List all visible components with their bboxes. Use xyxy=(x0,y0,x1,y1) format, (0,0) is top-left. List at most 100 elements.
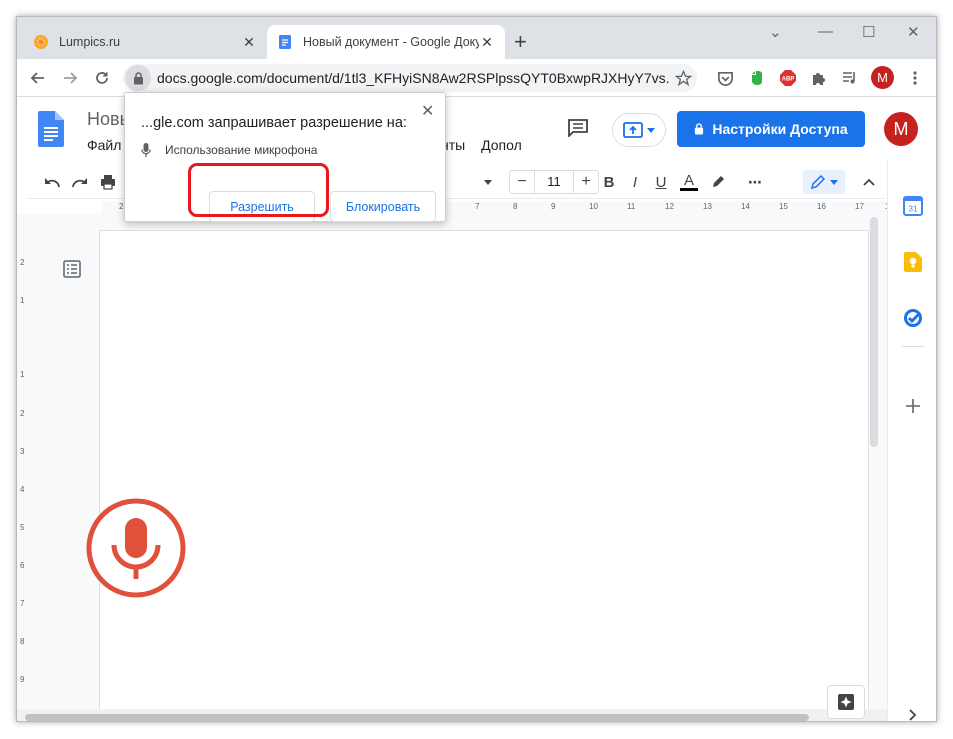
docs-menubar-right: нты Допол xyxy=(441,137,534,153)
ruler-number: 2 xyxy=(119,202,124,211)
explore-sparkle-icon xyxy=(838,694,854,710)
italic-icon[interactable]: I xyxy=(627,172,643,192)
reload-icon[interactable] xyxy=(89,65,115,91)
horizontal-scrollbar[interactable] xyxy=(25,714,809,721)
redo-icon[interactable] xyxy=(71,172,89,192)
explore-button[interactable] xyxy=(827,685,865,719)
document-canvas xyxy=(31,214,887,720)
present-icon xyxy=(623,122,643,138)
pocket-icon[interactable] xyxy=(715,68,735,88)
tab-strip: Lumpics.ru ✕ Новый документ - Google Док… xyxy=(17,17,936,59)
vertical-ruler: 2112345678910 xyxy=(17,214,31,719)
google-keep-icon[interactable] xyxy=(902,251,924,273)
vertical-scrollbar[interactable] xyxy=(870,217,878,447)
highlight-pen-icon[interactable] xyxy=(709,172,727,192)
editing-mode-button[interactable] xyxy=(803,170,845,194)
browser-menu-icon[interactable] xyxy=(905,68,925,88)
tab-lumpics[interactable]: Lumpics.ru ✕ xyxy=(23,25,267,59)
tab-search-icon[interactable]: ⌄ xyxy=(769,23,782,41)
ruler-number: 6 xyxy=(20,561,25,570)
account-avatar[interactable]: M xyxy=(884,112,918,146)
chevron-down-icon xyxy=(829,179,838,185)
docs-favicon-icon xyxy=(279,35,291,49)
profile-avatar[interactable]: M xyxy=(871,66,894,89)
ruler-number: 16 xyxy=(817,202,826,211)
google-calendar-icon[interactable]: 31 xyxy=(902,195,924,217)
ruler-number: 8 xyxy=(20,637,25,646)
ruler-number: 7 xyxy=(475,202,480,211)
side-panel: 31 xyxy=(887,159,936,721)
font-size-input[interactable]: 11 xyxy=(534,171,574,193)
comment-history-icon[interactable] xyxy=(568,119,588,137)
permission-title: ...gle.com запрашивает разрешение на: xyxy=(141,115,407,131)
ruler-number: 9 xyxy=(20,675,25,684)
present-button[interactable] xyxy=(612,113,666,147)
increase-font-size-button[interactable]: + xyxy=(574,173,598,191)
tab-close-icon[interactable]: ✕ xyxy=(479,34,495,50)
ruler-number: 11 xyxy=(627,202,636,211)
document-page[interactable] xyxy=(99,230,869,720)
maximize-icon[interactable]: ☐ xyxy=(862,23,875,41)
ruler-number: 1 xyxy=(20,296,25,305)
tab-title: Новый документ - Google Доку xyxy=(303,35,479,49)
ruler-number: 9 xyxy=(551,202,556,211)
block-button[interactable]: Блокировать xyxy=(330,191,436,222)
more-options-icon[interactable]: ⋯ xyxy=(745,172,765,192)
ruler-number: 8 xyxy=(513,202,518,211)
bookmark-star-icon[interactable] xyxy=(673,68,693,88)
chevron-down-icon xyxy=(647,127,655,133)
google-tasks-icon[interactable] xyxy=(902,307,924,329)
media-control-icon[interactable] xyxy=(840,68,860,88)
ruler-number: 2 xyxy=(20,258,25,267)
google-docs-logo-icon[interactable] xyxy=(38,111,64,147)
ruler-number: 13 xyxy=(703,202,712,211)
add-addon-icon[interactable] xyxy=(902,395,924,417)
close-popup-icon[interactable]: ✕ xyxy=(421,101,434,121)
back-icon[interactable] xyxy=(25,65,51,91)
tab-title: Lumpics.ru xyxy=(59,35,121,49)
undo-icon[interactable] xyxy=(43,172,61,192)
ruler-number: 5 xyxy=(20,523,25,532)
address-bar[interactable]: docs.google.com/document/d/1tl3_KFHyiSN8… xyxy=(123,64,697,92)
expand-panel-chevron-icon[interactable] xyxy=(902,704,924,721)
allow-button-highlight-frame xyxy=(188,163,329,217)
calendar-day: 31 xyxy=(909,205,918,214)
adblock-label: ABP xyxy=(782,77,795,83)
browser-window: Lumpics.ru ✕ Новый документ - Google Док… xyxy=(16,16,937,722)
pencil-icon xyxy=(810,175,825,189)
bold-icon[interactable]: B xyxy=(601,172,617,192)
adblock-icon[interactable]: ABP xyxy=(778,68,798,88)
lumpics-favicon-icon xyxy=(34,35,48,49)
permission-label: Использование микрофона xyxy=(165,143,318,157)
text-color-icon[interactable]: A xyxy=(679,172,699,192)
microphone-icon xyxy=(141,143,151,157)
ruler-number: 15 xyxy=(779,202,788,211)
underline-icon[interactable]: U xyxy=(653,172,669,192)
permission-row: Использование микрофона xyxy=(141,143,317,157)
lock-icon xyxy=(695,123,704,135)
print-icon[interactable] xyxy=(99,172,117,192)
font-chevron-down-icon[interactable] xyxy=(483,172,493,192)
side-panel-divider xyxy=(902,346,924,347)
share-button-label: Настройки Доступа xyxy=(712,121,848,137)
extensions-puzzle-icon[interactable] xyxy=(809,68,829,88)
document-outline-icon[interactable] xyxy=(63,260,81,278)
evernote-icon[interactable] xyxy=(747,68,767,88)
share-button[interactable]: Настройки Доступа xyxy=(677,111,865,147)
ruler-number: 14 xyxy=(741,202,750,211)
tab-google-docs[interactable]: Новый документ - Google Доку ✕ xyxy=(267,25,505,59)
voice-typing-microphone-icon[interactable] xyxy=(85,497,187,599)
minimize-icon[interactable]: — xyxy=(818,23,833,40)
menu-addons-partial[interactable]: Допол xyxy=(481,137,522,153)
ruler-number: 1 xyxy=(20,370,25,379)
close-window-icon[interactable]: ✕ xyxy=(907,23,920,41)
ruler-number: 4 xyxy=(20,485,25,494)
collapse-menus-icon[interactable] xyxy=(861,172,877,192)
new-tab-button[interactable]: + xyxy=(514,30,527,54)
tab-close-icon[interactable]: ✕ xyxy=(241,34,257,50)
ruler-number: 17 xyxy=(855,202,864,211)
forward-icon[interactable] xyxy=(57,65,83,91)
lock-icon[interactable] xyxy=(125,65,151,91)
menu-file[interactable]: Файл xyxy=(87,137,121,153)
decrease-font-size-button[interactable]: − xyxy=(510,173,534,191)
